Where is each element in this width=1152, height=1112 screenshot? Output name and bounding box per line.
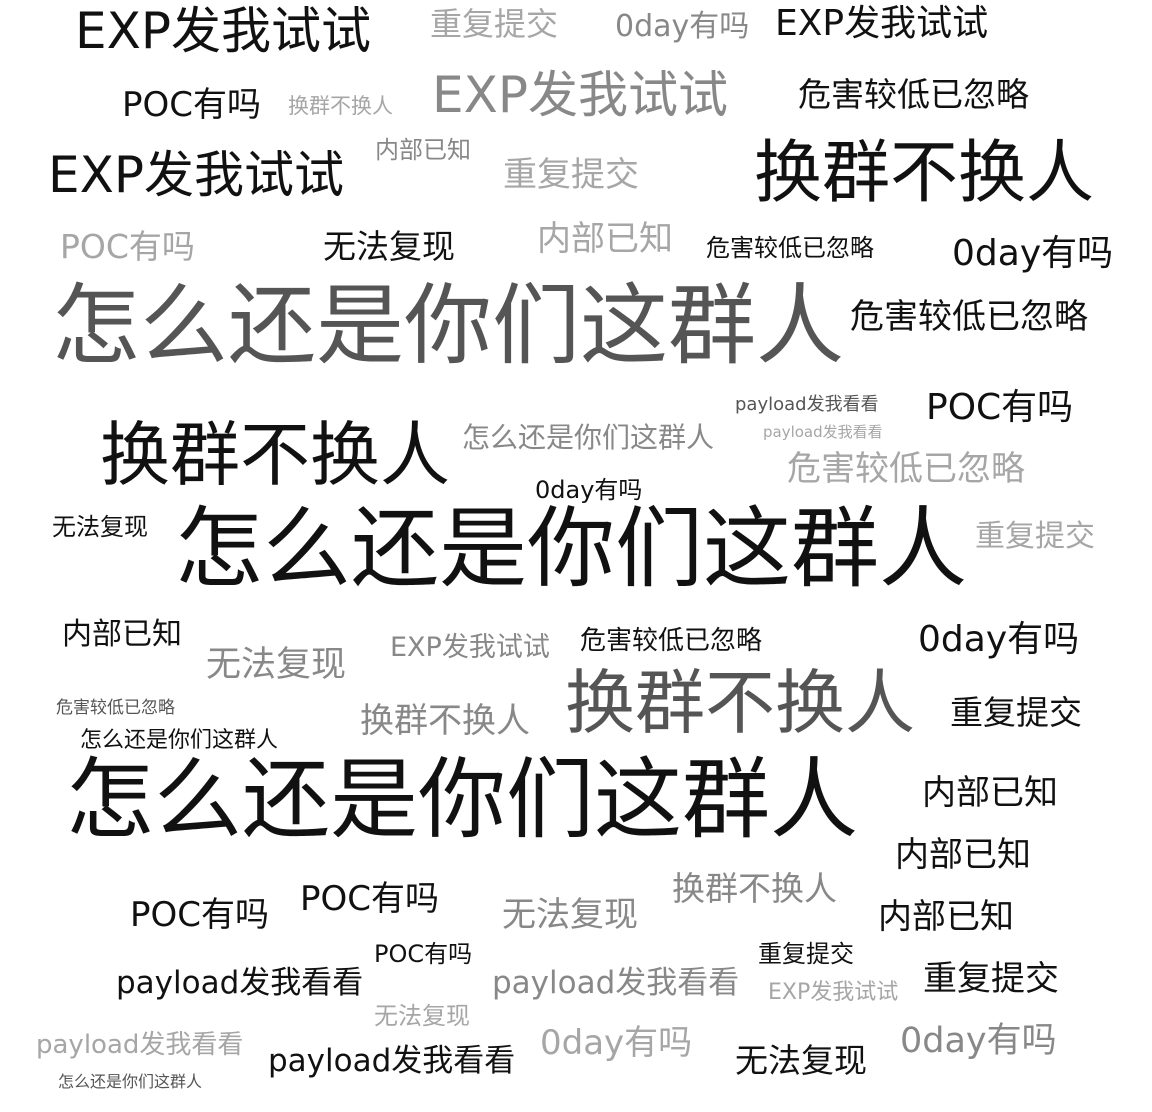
cloud-word: EXP发我试试 — [75, 2, 371, 60]
cloud-word: 危害较低已忽略 — [798, 75, 1029, 114]
cloud-word: POC有吗 — [130, 895, 270, 935]
cloud-word: 无法复现 — [52, 513, 148, 541]
cloud-word: POC有吗 — [122, 85, 262, 125]
cloud-word: 0day有吗 — [952, 233, 1114, 274]
cloud-word: 无法复现 — [502, 895, 638, 935]
cloud-word: 重复提交 — [975, 519, 1095, 554]
cloud-word: EXP发我试试 — [768, 980, 899, 1005]
cloud-word: 重复提交 — [503, 155, 639, 195]
cloud-word: 换群不换人 — [288, 94, 393, 118]
cloud-word: POC有吗 — [300, 879, 440, 919]
cloud-word: 危害较低已忽略 — [580, 626, 763, 656]
cloud-word: 危害较低已忽略 — [850, 297, 1088, 337]
cloud-word: 内部已知 — [922, 773, 1058, 813]
cloud-word: 重复提交 — [430, 5, 559, 43]
cloud-word: 怎么还是你们这群人 — [175, 497, 968, 600]
cloud-word: POC有吗 — [60, 227, 195, 266]
cloud-word: payload发我看看 — [116, 965, 364, 1001]
cloud-word: 内部已知 — [62, 617, 182, 652]
cloud-word: EXP发我试试 — [432, 66, 728, 124]
cloud-word: payload发我看看 — [763, 423, 883, 441]
cloud-word: 0day有吗 — [918, 619, 1080, 660]
cloud-word: POC有吗 — [926, 387, 1074, 428]
cloud-word: 0day有吗 — [540, 1023, 693, 1063]
cloud-word: 换群不换人 — [100, 414, 450, 496]
cloud-word: 换群不换人 — [360, 701, 530, 741]
cloud-word: 怎么还是你们这群人 — [462, 421, 715, 454]
cloud-word: 危害较低已忽略 — [787, 449, 1025, 489]
cloud-word: 内部已知 — [537, 219, 673, 259]
word-cloud: EXP发我试试 重复提交 0day有吗 EXP发我试试 POC有吗 换群不换人 … — [0, 0, 1152, 1112]
cloud-word: 怎么还是你们这群人 — [58, 1072, 203, 1091]
cloud-word: payload发我看看 — [268, 1043, 516, 1079]
cloud-word: 换群不换人 — [565, 662, 915, 744]
cloud-word: payload发我看看 — [36, 1030, 244, 1060]
cloud-word: 无法复现 — [374, 1002, 470, 1030]
cloud-word: 内部已知 — [895, 835, 1031, 875]
cloud-word: 换群不换人 — [754, 134, 1095, 213]
cloud-word: 重复提交 — [758, 940, 854, 968]
cloud-word: payload发我看看 — [492, 965, 740, 1001]
cloud-word: 0day有吗 — [615, 9, 750, 44]
cloud-word: payload发我看看 — [735, 394, 879, 415]
cloud-word: 重复提交 — [950, 693, 1082, 732]
cloud-word: 无法复现 — [323, 227, 455, 266]
cloud-word: 危害较低已忽略 — [56, 698, 175, 718]
cloud-word: EXP发我试试 — [390, 632, 550, 663]
cloud-word: 0day有吗 — [900, 1021, 1057, 1061]
cloud-word: 重复提交 — [923, 959, 1059, 999]
cloud-word: 危害较低已忽略 — [706, 234, 874, 262]
cloud-word: 内部已知 — [878, 897, 1014, 937]
cloud-word: EXP发我试试 — [775, 3, 989, 44]
cloud-word: 怎么还是你们这群人 — [66, 748, 859, 851]
cloud-word: POC有吗 — [374, 940, 473, 968]
cloud-word: 无法复现 — [206, 645, 347, 685]
cloud-word: 换群不换人 — [672, 869, 837, 908]
cloud-word: EXP发我试试 — [48, 146, 344, 204]
cloud-word: 无法复现 — [735, 1041, 867, 1080]
cloud-word: 怎么还是你们这群人 — [52, 274, 845, 377]
cloud-word: 内部已知 — [375, 136, 471, 164]
